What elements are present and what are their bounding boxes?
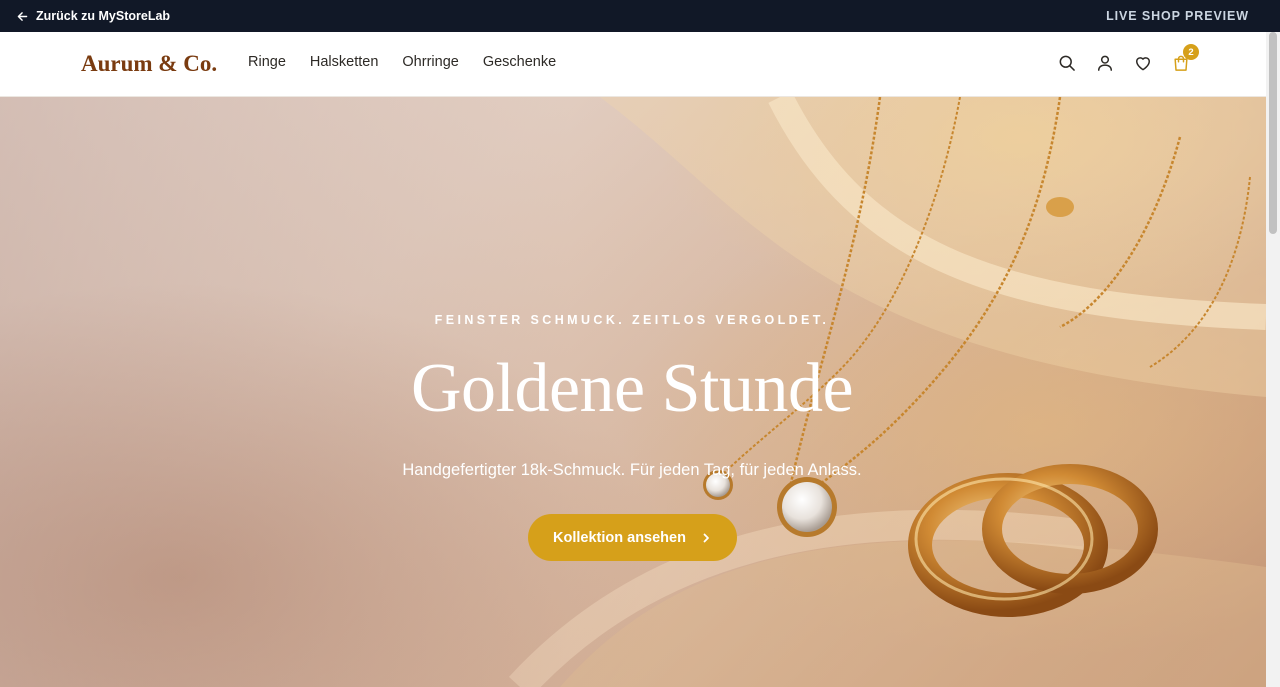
view-collection-button[interactable]: Kollektion ansehen — [528, 514, 737, 561]
search-button[interactable] — [1056, 52, 1078, 74]
live-preview-label: LIVE SHOP PREVIEW — [1106, 9, 1249, 23]
hero-subtitle: Handgefertigter 18k-Schmuck. Für jeden T… — [402, 461, 862, 479]
page-scrollbar[interactable] — [1266, 32, 1280, 687]
back-to-mystorelab-link[interactable]: Zurück zu MyStoreLab — [16, 9, 170, 23]
cart-count-badge: 2 — [1183, 44, 1199, 60]
nav-link-ringe[interactable]: Ringe — [248, 54, 286, 70]
chevron-right-icon — [703, 533, 709, 542]
wishlist-button[interactable] — [1132, 52, 1154, 74]
hero-title: Goldene Stunde — [410, 350, 854, 427]
hero-content: FEINSTER SCHMUCK. ZEITLOS VERGOLDET. Gol… — [0, 97, 1266, 687]
header-icons: 2 — [1056, 44, 1199, 74]
heart-icon — [1136, 57, 1150, 71]
search-icon — [1059, 55, 1075, 71]
cta-label: Kollektion ansehen — [553, 529, 686, 546]
arrow-left-icon — [17, 11, 28, 21]
hero-eyebrow: FEINSTER SCHMUCK. ZEITLOS VERGOLDET. — [434, 313, 830, 327]
site-header: Aurum & Co. Ringe Halsketten Ohrringe Ge… — [0, 32, 1266, 97]
user-icon — [1098, 55, 1112, 71]
nav-link-geschenke[interactable]: Geschenke — [483, 54, 556, 70]
back-link-label: Zurück zu MyStoreLab — [36, 9, 171, 23]
preview-bar: Zurück zu MyStoreLab LIVE SHOP PREVIEW — [0, 0, 1280, 32]
scrollbar-thumb[interactable] — [1269, 32, 1277, 234]
store-logo[interactable]: Aurum & Co. — [81, 51, 217, 77]
main-nav: Ringe Halsketten Ohrringe Geschenke — [248, 54, 556, 70]
nav-link-ohrringe[interactable]: Ohrringe — [402, 54, 458, 70]
account-button[interactable] — [1094, 52, 1116, 74]
nav-link-halsketten[interactable]: Halsketten — [310, 54, 379, 70]
hero-banner: FEINSTER SCHMUCK. ZEITLOS VERGOLDET. Gol… — [0, 97, 1266, 687]
cart-button[interactable]: 2 — [1170, 44, 1199, 74]
